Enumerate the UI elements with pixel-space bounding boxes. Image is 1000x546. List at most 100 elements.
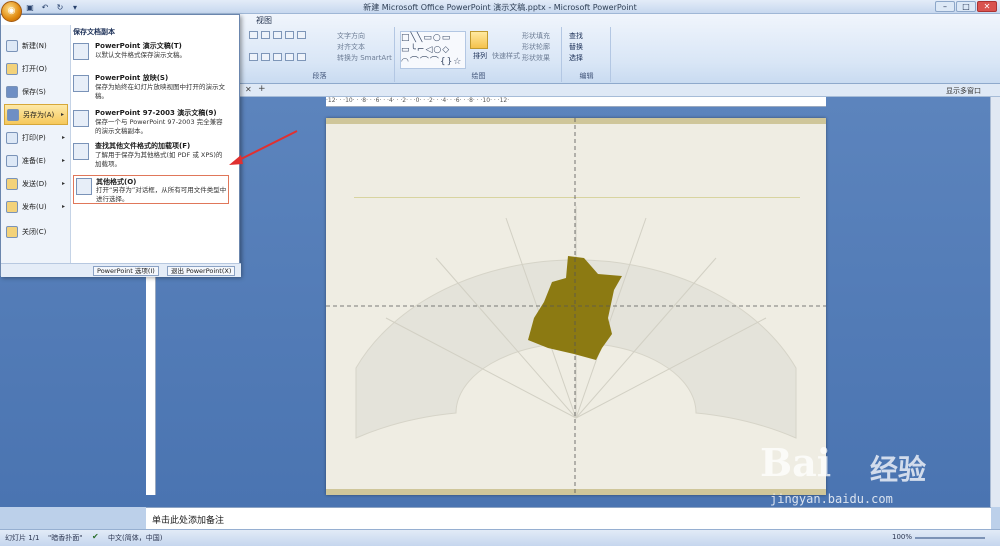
ribbon-group-paragraph: 文字方向 对齐文本 转换为 SmartArt 段落 <box>245 27 395 82</box>
language-indicator[interactable]: 中文(简体，中国) <box>108 533 162 543</box>
submenu-item-ppt97[interactable]: PowerPoint 97-2003 演示文稿(9) 保存一个与 PowerPo… <box>73 108 233 138</box>
undo-icon[interactable]: ↶ <box>39 2 51 13</box>
shape-fill-button[interactable]: 形状填充 <box>522 31 550 41</box>
ppt97-file-icon <box>73 110 89 127</box>
menu-item-label: 新建(N) <box>22 41 47 50</box>
menu-item-label: 关闭(C) <box>22 227 47 236</box>
replace-button[interactable]: 替换 <box>569 42 583 52</box>
submenu-item-title: 查找其他文件格式的加载项(F) <box>95 142 191 150</box>
menu-item-open[interactable]: 打开(O) <box>4 58 68 79</box>
baidu-watermark-cn: 经验 <box>870 453 927 486</box>
paragraph-list-buttons <box>249 31 306 39</box>
baidu-watermark-url: jingyan.baidu.com <box>770 492 893 506</box>
notes-placeholder: 单击此处添加备注 <box>152 516 225 526</box>
quick-access-toolbar: ▣ ↶ ↻ ▾ <box>24 1 81 13</box>
drawing-group-label: 绘图 <box>471 72 486 80</box>
line-spacing-icon[interactable] <box>297 31 306 39</box>
submenu-item-title: PowerPoint 演示文稿(T) <box>95 42 182 50</box>
menu-item-publish[interactable]: 发布(U) ▸ <box>4 196 68 217</box>
columns-icon[interactable] <box>297 53 306 61</box>
submenu-arrow-icon: ▸ <box>61 203 65 210</box>
submenu-item-desc: 保存一个与 PowerPoint 97-2003 完全兼容的演示文稿副本。 <box>95 118 223 135</box>
text-direction-button[interactable]: 文字方向 <box>337 31 365 41</box>
new-document-icon <box>6 39 18 52</box>
powerpoint-options-button[interactable]: PowerPoint 选项(I) <box>93 266 159 276</box>
arrange-icon[interactable] <box>470 31 488 49</box>
minimize-button[interactable]: – <box>935 1 955 12</box>
menu-item-close[interactable]: 关闭(C) <box>4 221 68 242</box>
other-formats-icon <box>76 178 92 195</box>
paragraph-group-label: 段落 <box>312 72 327 80</box>
publish-icon <box>6 200 18 213</box>
find-button[interactable]: 查找 <box>569 31 583 41</box>
status-bar: 幻灯片 1/1 "暗香扑面" ✔ 中文(简体，中国) 100% <box>0 529 1000 546</box>
customize-qat-icon[interactable]: ▾ <box>69 2 81 13</box>
smartart-button[interactable]: 转换为 SmartArt <box>337 53 392 63</box>
shape-effects-button[interactable]: 形状效果 <box>522 53 550 63</box>
paragraph-align-buttons <box>249 53 306 61</box>
tab-view[interactable]: 视图 <box>256 15 272 26</box>
save-icon[interactable]: ▣ <box>24 2 36 13</box>
save-as-icon <box>7 108 19 121</box>
align-right-icon[interactable] <box>273 53 282 61</box>
align-left-icon[interactable] <box>249 53 258 61</box>
menu-item-prepare[interactable]: 准备(E) ▸ <box>4 150 68 171</box>
submenu-item-title: PowerPoint 97-2003 演示文稿(9) <box>95 109 217 117</box>
office-menu: 新建(N) 打开(O) 保存(S) 另存为(A) ▸ 打印(P) ▸ 准备(E) ▸ … <box>0 14 241 277</box>
spellcheck-icon[interactable]: ✔ <box>92 532 99 541</box>
zoom-slider[interactable] <box>915 537 985 539</box>
slide-counter: 幻灯片 1/1 <box>5 534 40 542</box>
horizontal-ruler: ·12· · ·10· · ·8· · ·6· · ·4· · ·2· · ·0… <box>326 97 826 107</box>
submenu-arrow-icon: ▸ <box>61 157 65 164</box>
menu-item-label: 保存(S) <box>22 87 46 96</box>
menu-item-print[interactable]: 打印(P) ▸ <box>4 127 68 148</box>
menu-item-save-as[interactable]: 另存为(A) ▸ <box>4 104 68 125</box>
indent-increase-icon[interactable] <box>285 31 294 39</box>
menu-item-save[interactable]: 保存(S) <box>4 81 68 102</box>
submenu-item-desc: 了解用于保存为其他格式(如 PDF 或 XPS)的加载项。 <box>95 151 223 168</box>
number-list-icon[interactable] <box>261 31 270 39</box>
exit-powerpoint-button[interactable]: 退出 PowerPoint(X) <box>167 266 236 276</box>
submenu-item-other-formats[interactable]: 其他格式(O) 打开“另存为”对话框，从所有可用文件类型中进行选择。 <box>73 175 229 204</box>
close-button[interactable]: ✕ <box>977 1 997 12</box>
zoom-level[interactable]: 100% <box>892 533 912 541</box>
submenu-item-ppsx[interactable]: PowerPoint 放映(S) 保存为始终在幻灯片放映视图中打开的演示文稿。 <box>73 73 233 103</box>
vertical-scrollbar[interactable] <box>990 97 1000 507</box>
quick-styles-button[interactable]: 快速样式 <box>492 51 520 61</box>
tab-close-icon[interactable]: ✕ <box>245 85 252 94</box>
align-text-button[interactable]: 对齐文本 <box>337 42 365 52</box>
fan-illustration <box>326 118 826 495</box>
submenu-arrow-icon: ▸ <box>61 180 65 187</box>
redo-icon[interactable]: ↻ <box>54 2 66 13</box>
align-center-icon[interactable] <box>261 53 270 61</box>
maximize-button[interactable]: □ <box>956 1 976 12</box>
submenu-item-pptx[interactable]: PowerPoint 演示文稿(T) 以默认文件格式保存演示文稿。 <box>73 41 233 65</box>
justify-icon[interactable] <box>285 53 294 61</box>
printer-icon <box>6 131 18 144</box>
submenu-item-desc: 保存为始终在幻灯片放映视图中打开的演示文稿。 <box>95 83 225 100</box>
menu-item-new[interactable]: 新建(N) <box>4 35 68 56</box>
office-menu-footer: PowerPoint 选项(I) 退出 PowerPoint(X) <box>1 263 241 277</box>
office-button[interactable]: ◉ <box>1 1 22 22</box>
submenu-arrow-icon: ▸ <box>61 134 65 141</box>
ribbon-group-editing: 查找 替换 选择 编辑 <box>563 27 611 82</box>
submenu-item-addins[interactable]: 查找其他文件格式的加载项(F) 了解用于保存为其他格式(如 PDF 或 XPS)… <box>73 141 233 171</box>
menu-item-label: 打开(O) <box>22 64 47 73</box>
arrange-button[interactable]: 排列 <box>473 51 487 61</box>
bullet-list-icon[interactable] <box>249 31 258 39</box>
shape-outline-button[interactable]: 形状轮廓 <box>522 42 550 52</box>
save-disk-icon <box>6 85 18 98</box>
baidu-watermark: Bai <box>760 440 832 485</box>
slide-canvas[interactable] <box>326 118 826 495</box>
show-multi-window[interactable]: 显示多窗口 <box>946 86 981 96</box>
send-icon <box>6 177 18 190</box>
new-tab-icon[interactable]: + <box>258 84 266 94</box>
select-button[interactable]: 选择 <box>569 53 583 63</box>
notes-pane[interactable]: 单击此处添加备注 <box>146 507 991 529</box>
indent-decrease-icon[interactable] <box>273 31 282 39</box>
menu-item-send[interactable]: 发送(D) ▸ <box>4 173 68 194</box>
office-logo-icon: ◉ <box>7 6 16 16</box>
shapes-gallery[interactable]: □╲╲▭○▭ ▭╰⌐◁○◇ ◠⌒⌒⌒{}☆ <box>400 31 466 69</box>
office-menu-left-pane: 新建(N) 打开(O) 保存(S) 另存为(A) ▸ 打印(P) ▸ 准备(E) ▸ … <box>1 25 71 263</box>
title-bar: 新建 Microsoft Office PowerPoint 演示文稿.pptx… <box>0 0 1000 14</box>
